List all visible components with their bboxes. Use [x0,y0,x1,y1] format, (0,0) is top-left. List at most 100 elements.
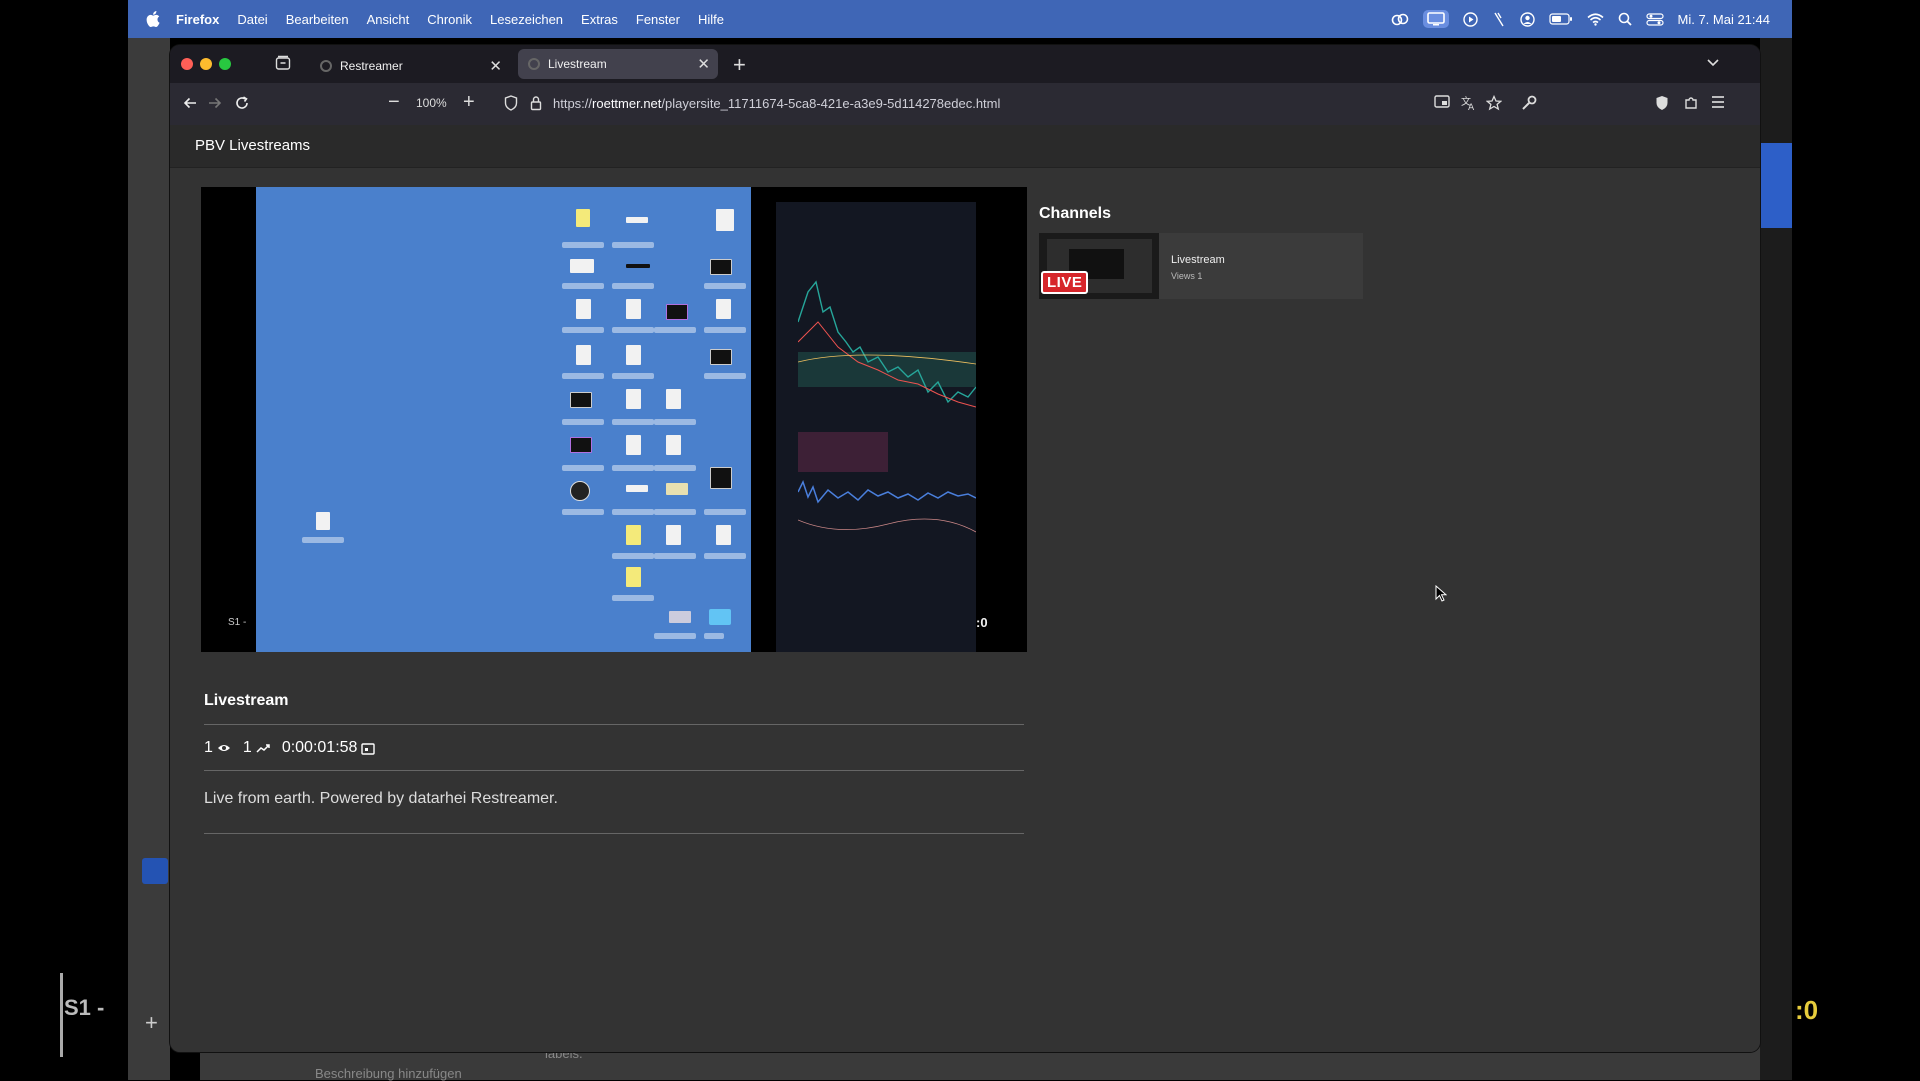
obs-app-icon [570,481,590,501]
close-window-button[interactable] [181,58,193,70]
menu-bearbeiten[interactable]: Bearbeiten [286,12,349,27]
apple-icon[interactable] [146,11,160,27]
channel-card-livestream[interactable]: LIVE Livestream Views 1 [1039,233,1363,299]
svg-text:A: A [1468,103,1475,111]
zoom-level[interactable]: 100% [416,96,447,110]
forward-arrow-icon[interactable] [207,95,223,111]
file-icon [576,299,591,319]
video-player[interactable]: S1 - :0 [201,187,1027,652]
background-plus-icon: + [145,1010,158,1035]
menu-hilfe[interactable]: Hilfe [698,12,724,27]
stream-desktop-menubar [256,187,751,197]
file-icon [316,512,330,530]
zoom-in-button[interactable]: + [463,91,475,114]
stream-uptime: 0:00:01:58 [281,739,358,756]
user-icon[interactable] [1519,11,1535,27]
hamburger-menu-icon[interactable] [1710,95,1726,109]
menu-lesezeichen[interactable]: Lesezeichen [490,12,563,27]
file-icon [666,389,681,409]
channel-views: Views 1 [1171,271,1203,281]
menubar-clock[interactable]: Mi. 7. Mai 21:44 [1678,12,1771,27]
livestream-favicon-icon [528,58,540,70]
tab-livestream[interactable]: Livestream ✕ [518,49,718,79]
calendar-icon [361,742,376,755]
background-zero-label: :0 [1795,995,1819,1025]
divider [204,724,1024,725]
background-window-left [128,38,170,1080]
file-icon [716,525,731,545]
trading-chart-panel [776,202,976,652]
tracking-protection-shield-icon[interactable] [504,95,518,111]
divider [204,770,1024,771]
chevron-down-icon[interactable] [1706,57,1720,67]
player-overlay-zero: :0 [976,615,988,630]
minimize-window-button[interactable] [200,58,212,70]
tab-title: Livestream [548,57,607,71]
file-icon [626,389,641,409]
navigation-toolbar: − 100% + https://roettmer.net/playersite… [170,83,1760,125]
divider [204,833,1024,834]
stream-description: Live from earth. Powered by datarhei Res… [204,790,558,807]
stream-desktop-view [256,187,751,652]
firefox-view-icon[interactable] [275,55,291,71]
background-window-right [1760,38,1792,1080]
stream-title: Livestream [204,692,289,709]
control-center-icon[interactable] [1645,12,1664,26]
site-title[interactable]: PBV Livestreams [195,137,310,154]
reload-icon[interactable] [234,95,250,111]
file-icon [626,567,641,587]
spotlight-icon[interactable] [1618,12,1632,26]
menu-chronik[interactable]: Chronik [427,12,472,27]
url-scheme: https:// [553,96,593,111]
url-path: /playersite_11711674-5ca8-421e-a3e9-5d11… [661,96,1001,111]
extensions-puzzle-icon[interactable] [1683,95,1699,111]
translate-icon[interactable]: 文A [1461,95,1477,111]
creative-cloud-icon[interactable] [1391,12,1409,26]
file-icon [626,435,641,455]
file-icon [576,345,591,365]
zoom-out-button[interactable]: − [388,91,400,114]
channel-name[interactable]: Livestream [1171,254,1225,266]
screen-cast-icon[interactable] [1426,12,1445,26]
wrench-icon[interactable] [1521,95,1537,111]
close-tab-icon[interactable]: ✕ [697,55,710,73]
new-tab-button[interactable]: + [733,52,746,78]
mouse-cursor-icon [1435,585,1447,602]
play-icon[interactable] [1462,11,1478,27]
file-icon [626,485,648,492]
player-overlay-s1: S1 - [228,617,247,628]
close-tab-icon[interactable]: ✕ [489,57,502,75]
site-header: PBV Livestreams [170,125,1760,168]
file-icon [570,392,592,408]
file-icon [626,299,641,319]
file-icon [716,299,731,319]
menu-extras[interactable]: Extras [581,12,618,27]
macos-menu-bar: Firefox Datei Bearbeiten Ansicht Chronik… [128,0,1792,38]
trending-up-icon [256,744,270,753]
wifi-icon[interactable] [1586,12,1604,26]
zoom-window-button[interactable] [219,58,231,70]
bookmark-star-icon[interactable] [1486,95,1502,111]
bolt-icon[interactable] [1492,12,1506,27]
file-icon [626,525,641,545]
stream-trading-view [751,187,1027,652]
menu-ansicht[interactable]: Ansicht [367,12,410,27]
file-icon [716,209,734,231]
picture-in-picture-icon[interactable] [1434,95,1450,109]
url-bar[interactable]: https://roettmer.net/playersite_11711674… [553,96,1000,111]
battery-icon[interactable] [1548,13,1573,25]
menu-datei[interactable]: Datei [237,12,267,27]
pocket-shield-icon[interactable] [1655,95,1669,111]
menu-fenster[interactable]: Fenster [636,12,680,27]
tab-restreamer[interactable]: Restreamer ✕ [310,50,510,82]
file-icon [666,525,681,545]
file-icon [710,259,732,275]
channel-thumbnail[interactable]: LIVE [1039,233,1159,299]
back-arrow-icon[interactable] [182,95,198,111]
menu-firefox[interactable]: Firefox [176,12,219,27]
file-icon [710,467,732,489]
lock-icon[interactable] [530,95,542,111]
folder-icon [709,609,731,625]
file-icon [576,209,590,227]
file-icon [666,435,681,455]
